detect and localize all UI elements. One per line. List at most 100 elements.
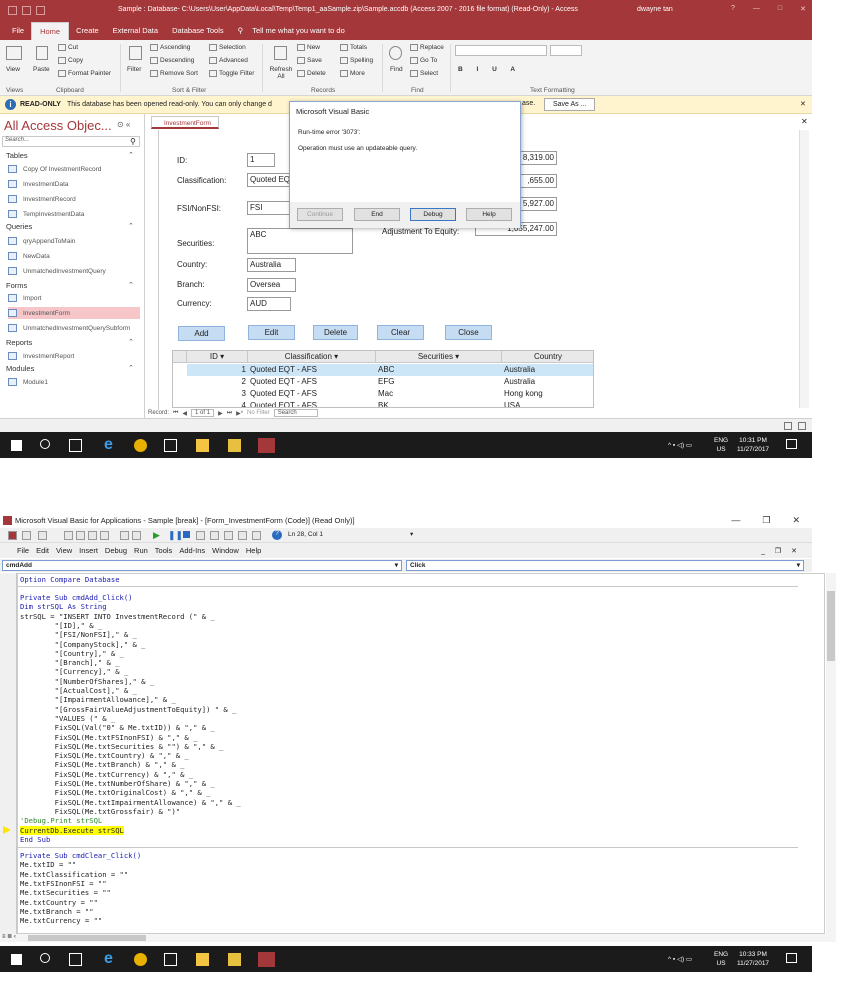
nav-item[interactable]: TempInvestmentData	[8, 208, 140, 220]
undo-icon[interactable]	[120, 531, 129, 540]
grid-cell[interactable]: 2	[189, 376, 246, 388]
grid-cell[interactable]: Australia	[504, 376, 593, 388]
nav-item[interactable]: Import	[8, 292, 140, 304]
help-button[interactable]: Help	[466, 208, 512, 221]
store-icon[interactable]	[164, 953, 177, 966]
save-as-button[interactable]: Save As ...	[544, 98, 596, 111]
nav-item[interactable]: InvestmentForm	[8, 307, 140, 319]
grid-cell[interactable]: Quoted EQT - AFS	[250, 376, 374, 388]
close-button[interactable]: Close	[445, 325, 492, 340]
tell-me-box[interactable]: ⚲ Tell me what you want to do	[231, 26, 359, 40]
save-icon[interactable]	[8, 6, 17, 15]
column-header-country[interactable]: Country	[502, 351, 593, 363]
chevron-up-icon[interactable]: ⌃	[128, 151, 134, 159]
grid-cell[interactable]: Mac	[378, 388, 500, 400]
nav-section-header[interactable]: Forms	[6, 281, 27, 290]
file-explorer-icon[interactable]	[228, 953, 241, 966]
tray-language[interactable]: ENG US	[714, 436, 728, 454]
nav-item[interactable]: NewData	[8, 250, 140, 262]
chevron-down-icon[interactable]: ▾	[220, 352, 224, 361]
nav-section-header[interactable]: Reports	[6, 338, 32, 347]
replace-button[interactable]: Replace	[410, 44, 444, 51]
prev-record-icon[interactable]: ◀	[182, 410, 187, 417]
user-name[interactable]: dwayne tan	[637, 6, 673, 13]
advanced-button[interactable]: Advanced	[209, 57, 248, 64]
toolbar-options-icon[interactable]: ▾	[410, 530, 413, 538]
chevron-up-icon[interactable]: ⌃	[128, 281, 134, 289]
column-header-securities[interactable]: Securities ▾	[376, 351, 502, 363]
tab-investment-form[interactable]: InvestmentForm	[151, 116, 219, 129]
grid-cell[interactable]: 1	[189, 364, 246, 376]
nav-title[interactable]: All Access Objec...	[4, 118, 112, 133]
filter-icon[interactable]	[129, 46, 142, 60]
find-icon[interactable]	[100, 531, 109, 540]
filter-button[interactable]: Filter	[127, 66, 141, 73]
selection-button[interactable]: Selection	[209, 44, 246, 51]
task-view-icon[interactable]	[69, 439, 82, 452]
grid-cell[interactable]: 4	[189, 400, 246, 407]
access-app-icon[interactable]	[258, 438, 275, 453]
notifications-icon[interactable]	[786, 439, 797, 449]
menu-file[interactable]: File	[17, 546, 29, 555]
nav-item[interactable]: UnmatchedInvestmentQuery	[8, 265, 140, 277]
access-app-icon[interactable]	[258, 952, 275, 967]
tray-language[interactable]: ENG US	[714, 950, 728, 968]
minimize-icon[interactable]: —	[731, 515, 740, 526]
menu-add-ins[interactable]: Add-Ins	[179, 546, 205, 555]
find-icon[interactable]	[389, 46, 402, 60]
sticky-notes-icon[interactable]	[196, 953, 209, 966]
break-icon[interactable]: ❚❚	[168, 530, 183, 541]
design-mode-icon[interactable]	[196, 531, 205, 540]
tray-icons[interactable]: ^ ▪ ◁) ▭	[668, 955, 692, 963]
tray-clock[interactable]: 10:33 PM 11/27/2017	[737, 950, 769, 968]
menu-tools[interactable]: Tools	[155, 546, 173, 555]
nav-menu-icon[interactable]: ⊙ «	[117, 120, 130, 129]
view-access-icon[interactable]	[8, 531, 17, 540]
sticky-notes-icon[interactable]	[196, 439, 209, 452]
grid-cell[interactable]: EFG	[378, 376, 500, 388]
edge-icon[interactable]: e	[104, 436, 117, 453]
remove-sort-button[interactable]: Remove Sort	[150, 70, 198, 77]
procedure-view-icon[interactable]: ≡ ≣ ‹	[2, 933, 16, 940]
currency-field[interactable]: AUD	[247, 297, 291, 311]
paste-icon[interactable]	[88, 531, 97, 540]
properties-icon[interactable]	[224, 531, 233, 540]
nav-item[interactable]: Copy Of InvestmentRecord	[8, 163, 140, 175]
nav-section-header[interactable]: Modules	[6, 364, 34, 373]
minimize-icon[interactable]: —	[753, 5, 760, 13]
chrome-icon[interactable]	[134, 953, 147, 966]
tray-clock[interactable]: 10:31 PM 11/27/2017	[737, 436, 769, 454]
clear-button[interactable]: Clear	[377, 325, 424, 340]
font-name-combo[interactable]	[455, 45, 547, 56]
notifications-icon[interactable]	[786, 953, 797, 963]
nav-search-input[interactable]: Search...	[2, 136, 140, 147]
menu-help[interactable]: Help	[246, 546, 261, 555]
end-button[interactable]: End	[354, 208, 400, 221]
country-field[interactable]: Australia	[247, 258, 296, 272]
grid-cell[interactable]: Australia	[504, 364, 593, 376]
font-size-combo[interactable]	[550, 45, 582, 56]
tab-create[interactable]: Create	[69, 26, 106, 40]
file-explorer-icon[interactable]	[228, 439, 241, 452]
edge-icon[interactable]: e	[104, 950, 117, 967]
copy-button[interactable]: Copy	[58, 57, 83, 64]
descending-button[interactable]: Descending	[150, 57, 194, 64]
paste-icon[interactable]	[36, 46, 48, 60]
format-painter-button[interactable]: Format Painter	[58, 70, 111, 77]
code-horizontal-scrollbar[interactable]: ≡ ≣ ‹	[0, 934, 836, 942]
windows-start-icon[interactable]	[11, 954, 22, 965]
menu-debug[interactable]: Debug	[105, 546, 127, 555]
delete-record-button[interactable]: Delete	[297, 70, 326, 77]
nav-item[interactable]: InvestmentReport	[8, 350, 140, 362]
tab-external-data[interactable]: External Data	[106, 26, 165, 40]
nav-item[interactable]: qryAppendToMain	[8, 235, 140, 247]
scrollbar-thumb[interactable]	[28, 935, 146, 941]
maximize-icon[interactable]: ❐	[762, 515, 770, 526]
select-button[interactable]: Select	[410, 70, 438, 77]
find-button[interactable]: Find	[390, 66, 403, 73]
grid-cell[interactable]: BK	[378, 400, 500, 407]
procedure-combo[interactable]: Click ▾	[406, 560, 804, 571]
cut-icon[interactable]	[64, 531, 73, 540]
nav-section-header[interactable]: Queries	[6, 222, 32, 231]
tab-home[interactable]: Home	[31, 22, 70, 40]
